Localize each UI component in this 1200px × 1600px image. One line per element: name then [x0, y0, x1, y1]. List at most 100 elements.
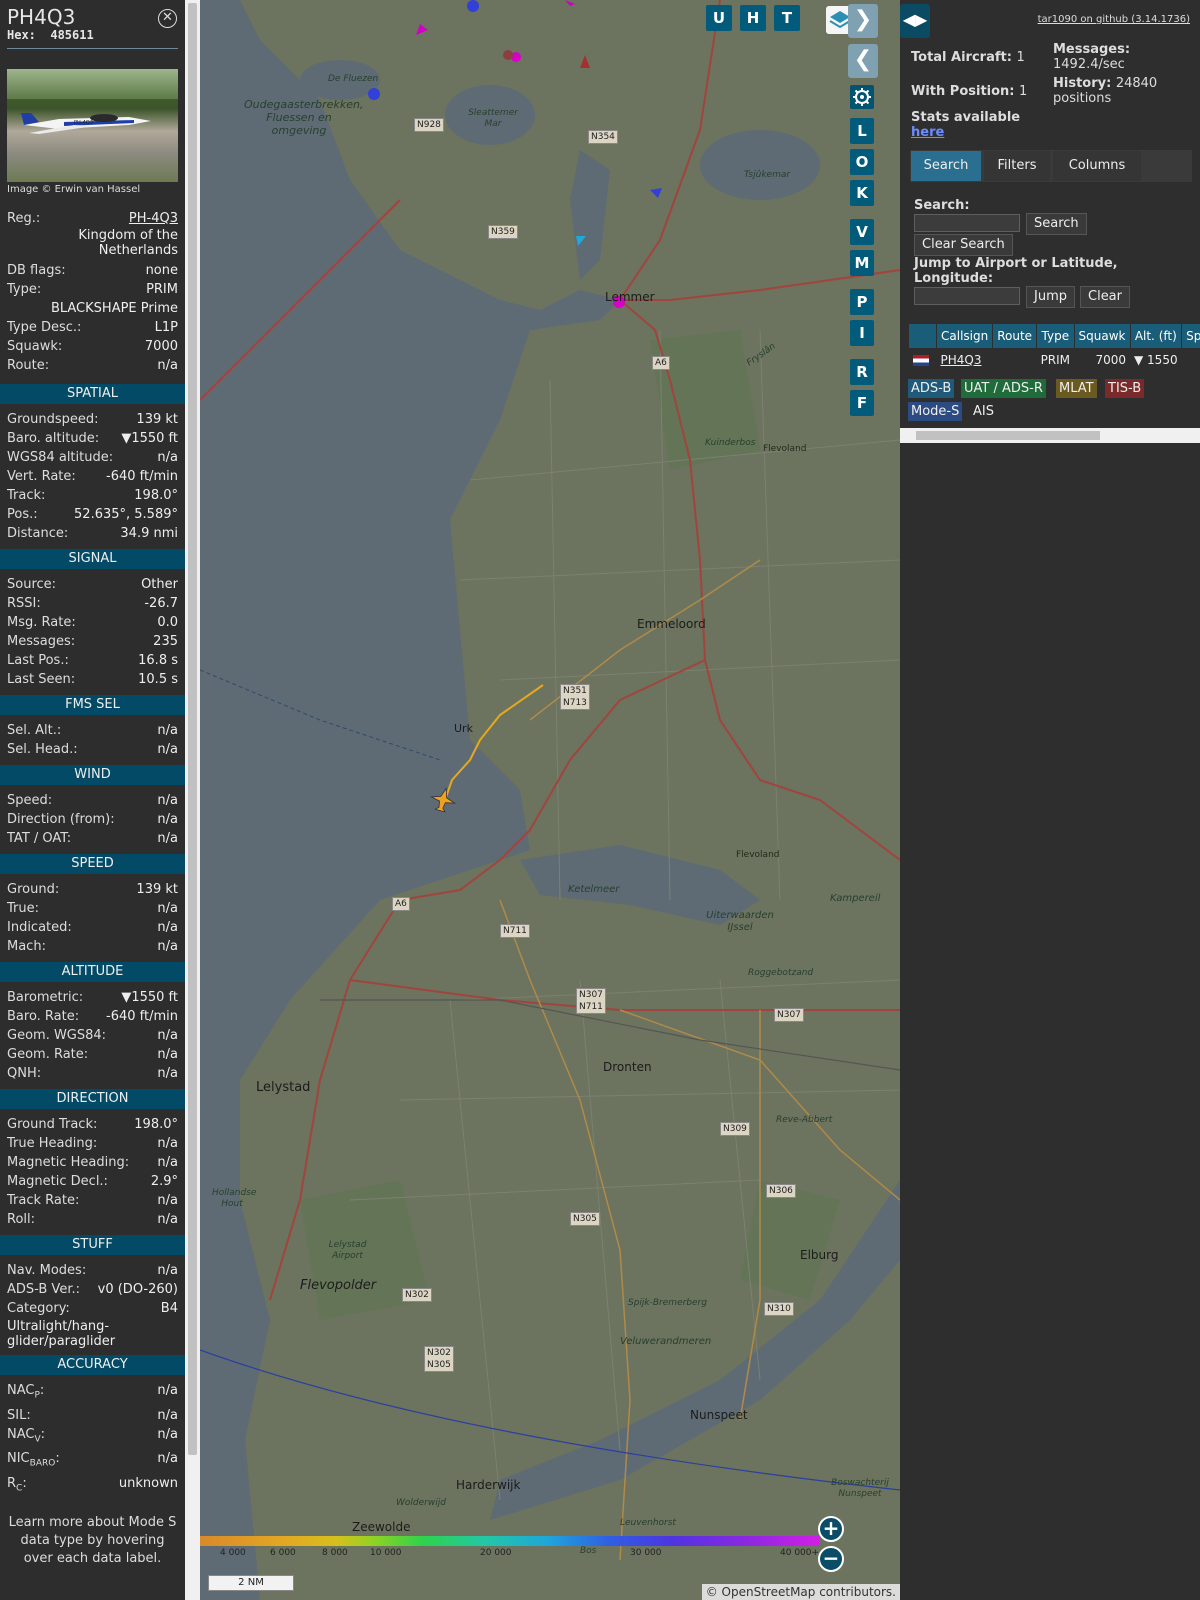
search-input[interactable]: [914, 214, 1020, 232]
info-label[interactable]: Vert. Rate:: [7, 467, 76, 486]
toggle-sidebar-icon[interactable]: ◀▶: [900, 4, 930, 38]
github-link[interactable]: tar1090 on github (3.14.1736): [1038, 14, 1190, 25]
label-subscript: V: [34, 1434, 41, 1445]
col-route[interactable]: Route: [992, 323, 1038, 349]
info-label[interactable]: Magnetic Decl.:: [7, 1172, 108, 1191]
info-label[interactable]: Last Seen:: [7, 670, 75, 689]
info-label[interactable]: NICBARO:: [7, 1449, 60, 1474]
map-label-elburg: Elburg: [800, 1248, 839, 1262]
stat-label: Stats available: [911, 110, 1021, 125]
info-label[interactable]: Distance:: [7, 524, 68, 543]
info-label[interactable]: Msg. Rate:: [7, 613, 76, 632]
scrollbar-thumb[interactable]: [916, 431, 1100, 440]
info-label[interactable]: Direction (from):: [7, 810, 115, 829]
map-view[interactable]: Oudegaasterbrekken, Fluessen en omgeving…: [200, 0, 900, 1600]
info-label[interactable]: WGS84 altitude:: [7, 448, 113, 467]
zoom-out-icon[interactable]: −: [818, 1546, 844, 1572]
button-h[interactable]: H: [740, 5, 766, 31]
col-squawk[interactable]: Squawk: [1073, 323, 1131, 349]
info-label[interactable]: Barometric:: [7, 988, 83, 1007]
col-spd[interactable]: Spd: [1181, 323, 1200, 349]
info-label[interactable]: Magnetic Heading:: [7, 1153, 129, 1172]
section-header-altitude: ALTITUDE: [0, 962, 185, 982]
info-label[interactable]: Track Rate:: [7, 1191, 79, 1210]
info-label[interactable]: Geom. Rate:: [7, 1045, 88, 1064]
button-r[interactable]: R: [850, 359, 874, 385]
info-label[interactable]: Source:: [7, 575, 56, 594]
info-value: n/a: [157, 1136, 178, 1151]
info-label[interactable]: RC:: [7, 1474, 27, 1499]
info-label[interactable]: Indicated:: [7, 918, 72, 937]
scrollbar-thumb[interactable]: [188, 3, 197, 1455]
info-label[interactable]: Ground:: [7, 880, 59, 899]
jump-button[interactable]: Jump: [1026, 286, 1075, 308]
info-value: 198.0°: [134, 488, 178, 503]
button-f[interactable]: F: [850, 390, 874, 416]
button-l[interactable]: L: [850, 118, 874, 144]
collapse-left-icon[interactable]: ❮: [848, 44, 878, 78]
button-v[interactable]: V: [850, 219, 874, 245]
zoom-in-icon[interactable]: +: [818, 1516, 844, 1542]
tab-filters[interactable]: Filters: [984, 151, 1050, 181]
search-button[interactable]: Search: [1026, 213, 1087, 235]
info-label[interactable]: Last Pos.:: [7, 651, 69, 670]
clear-button[interactable]: Clear: [1080, 286, 1130, 308]
info-label[interactable]: Baro. altitude:: [7, 429, 99, 448]
clear-search-button[interactable]: Clear Search: [914, 234, 1013, 256]
info-label[interactable]: Pos.:: [7, 505, 38, 524]
info-label[interactable]: Ground Track:: [7, 1115, 97, 1134]
button-m[interactable]: M: [850, 250, 874, 276]
table-row[interactable]: PH4Q3 PRIM 7000 ▼ 1550: [909, 349, 1200, 372]
info-row: Speed: n/a: [0, 791, 185, 810]
info-label[interactable]: RSSI:: [7, 594, 41, 613]
aircraft-photo[interactable]: PH-4Q3: [7, 69, 178, 182]
info-label[interactable]: Groundspeed:: [7, 410, 98, 429]
info-label[interactable]: NACV:: [7, 1425, 45, 1450]
cell-callsign[interactable]: PH4Q3: [937, 349, 993, 372]
left-panel-scrollbar[interactable]: [185, 0, 200, 1600]
info-label[interactable]: True:: [7, 899, 39, 918]
table-horizontal-scrollbar[interactable]: [900, 428, 1200, 443]
button-u[interactable]: U: [706, 5, 732, 31]
info-row: Category: B4: [0, 1299, 185, 1318]
info-label[interactable]: QNH:: [7, 1064, 41, 1083]
expand-right-icon[interactable]: ❯: [848, 4, 878, 38]
col-callsign[interactable]: Callsign: [935, 323, 994, 349]
info-label[interactable]: SIL:: [7, 1406, 31, 1425]
alt-tick: 10 000: [370, 1548, 402, 1558]
info-label[interactable]: TAT / OAT:: [7, 829, 71, 848]
tab-search[interactable]: Search: [911, 151, 981, 181]
button-o[interactable]: O: [850, 149, 874, 175]
info-label[interactable]: Sel. Head.:: [7, 740, 78, 759]
map-attribution[interactable]: © OpenStreetMap contributors.: [701, 1584, 900, 1600]
stats-link[interactable]: here: [911, 125, 944, 140]
info-label[interactable]: Nav. Modes:: [7, 1261, 86, 1280]
info-label[interactable]: ADS-B Ver.:: [7, 1280, 80, 1299]
info-label[interactable]: True Heading:: [7, 1134, 97, 1153]
tab-columns[interactable]: Columns: [1053, 151, 1141, 181]
button-i[interactable]: I: [850, 320, 874, 346]
button-t[interactable]: T: [774, 5, 800, 31]
button-k[interactable]: K: [850, 180, 874, 206]
info-label[interactable]: Messages:: [7, 632, 75, 651]
info-label[interactable]: Sel. Alt.:: [7, 721, 61, 740]
info-label[interactable]: Geom. WGS84:: [7, 1026, 106, 1045]
col-type[interactable]: Type: [1036, 323, 1075, 349]
settings-gear-icon[interactable]: [850, 85, 874, 109]
info-label[interactable]: NACP:: [7, 1381, 44, 1406]
tag-uat: UAT / ADS-R: [961, 379, 1046, 398]
info-label[interactable]: Mach:: [7, 937, 46, 956]
info-label[interactable]: Category:: [7, 1299, 70, 1318]
col-alt[interactable]: Alt. (ft): [1129, 323, 1183, 349]
info-label[interactable]: Track:: [7, 486, 45, 505]
info-label[interactable]: Speed:: [7, 791, 52, 810]
col-flag[interactable]: [908, 323, 937, 349]
button-p[interactable]: P: [850, 289, 874, 315]
jump-input[interactable]: [914, 287, 1020, 305]
aircraft-callsign: PH4Q3: [7, 5, 76, 29]
tag-mlat: MLAT: [1056, 379, 1097, 398]
info-label[interactable]: Roll:: [7, 1210, 35, 1229]
registration-link[interactable]: PH-4Q3: [129, 209, 178, 228]
info-label[interactable]: Baro. Rate:: [7, 1007, 79, 1026]
close-icon[interactable]: ✕: [158, 9, 177, 28]
